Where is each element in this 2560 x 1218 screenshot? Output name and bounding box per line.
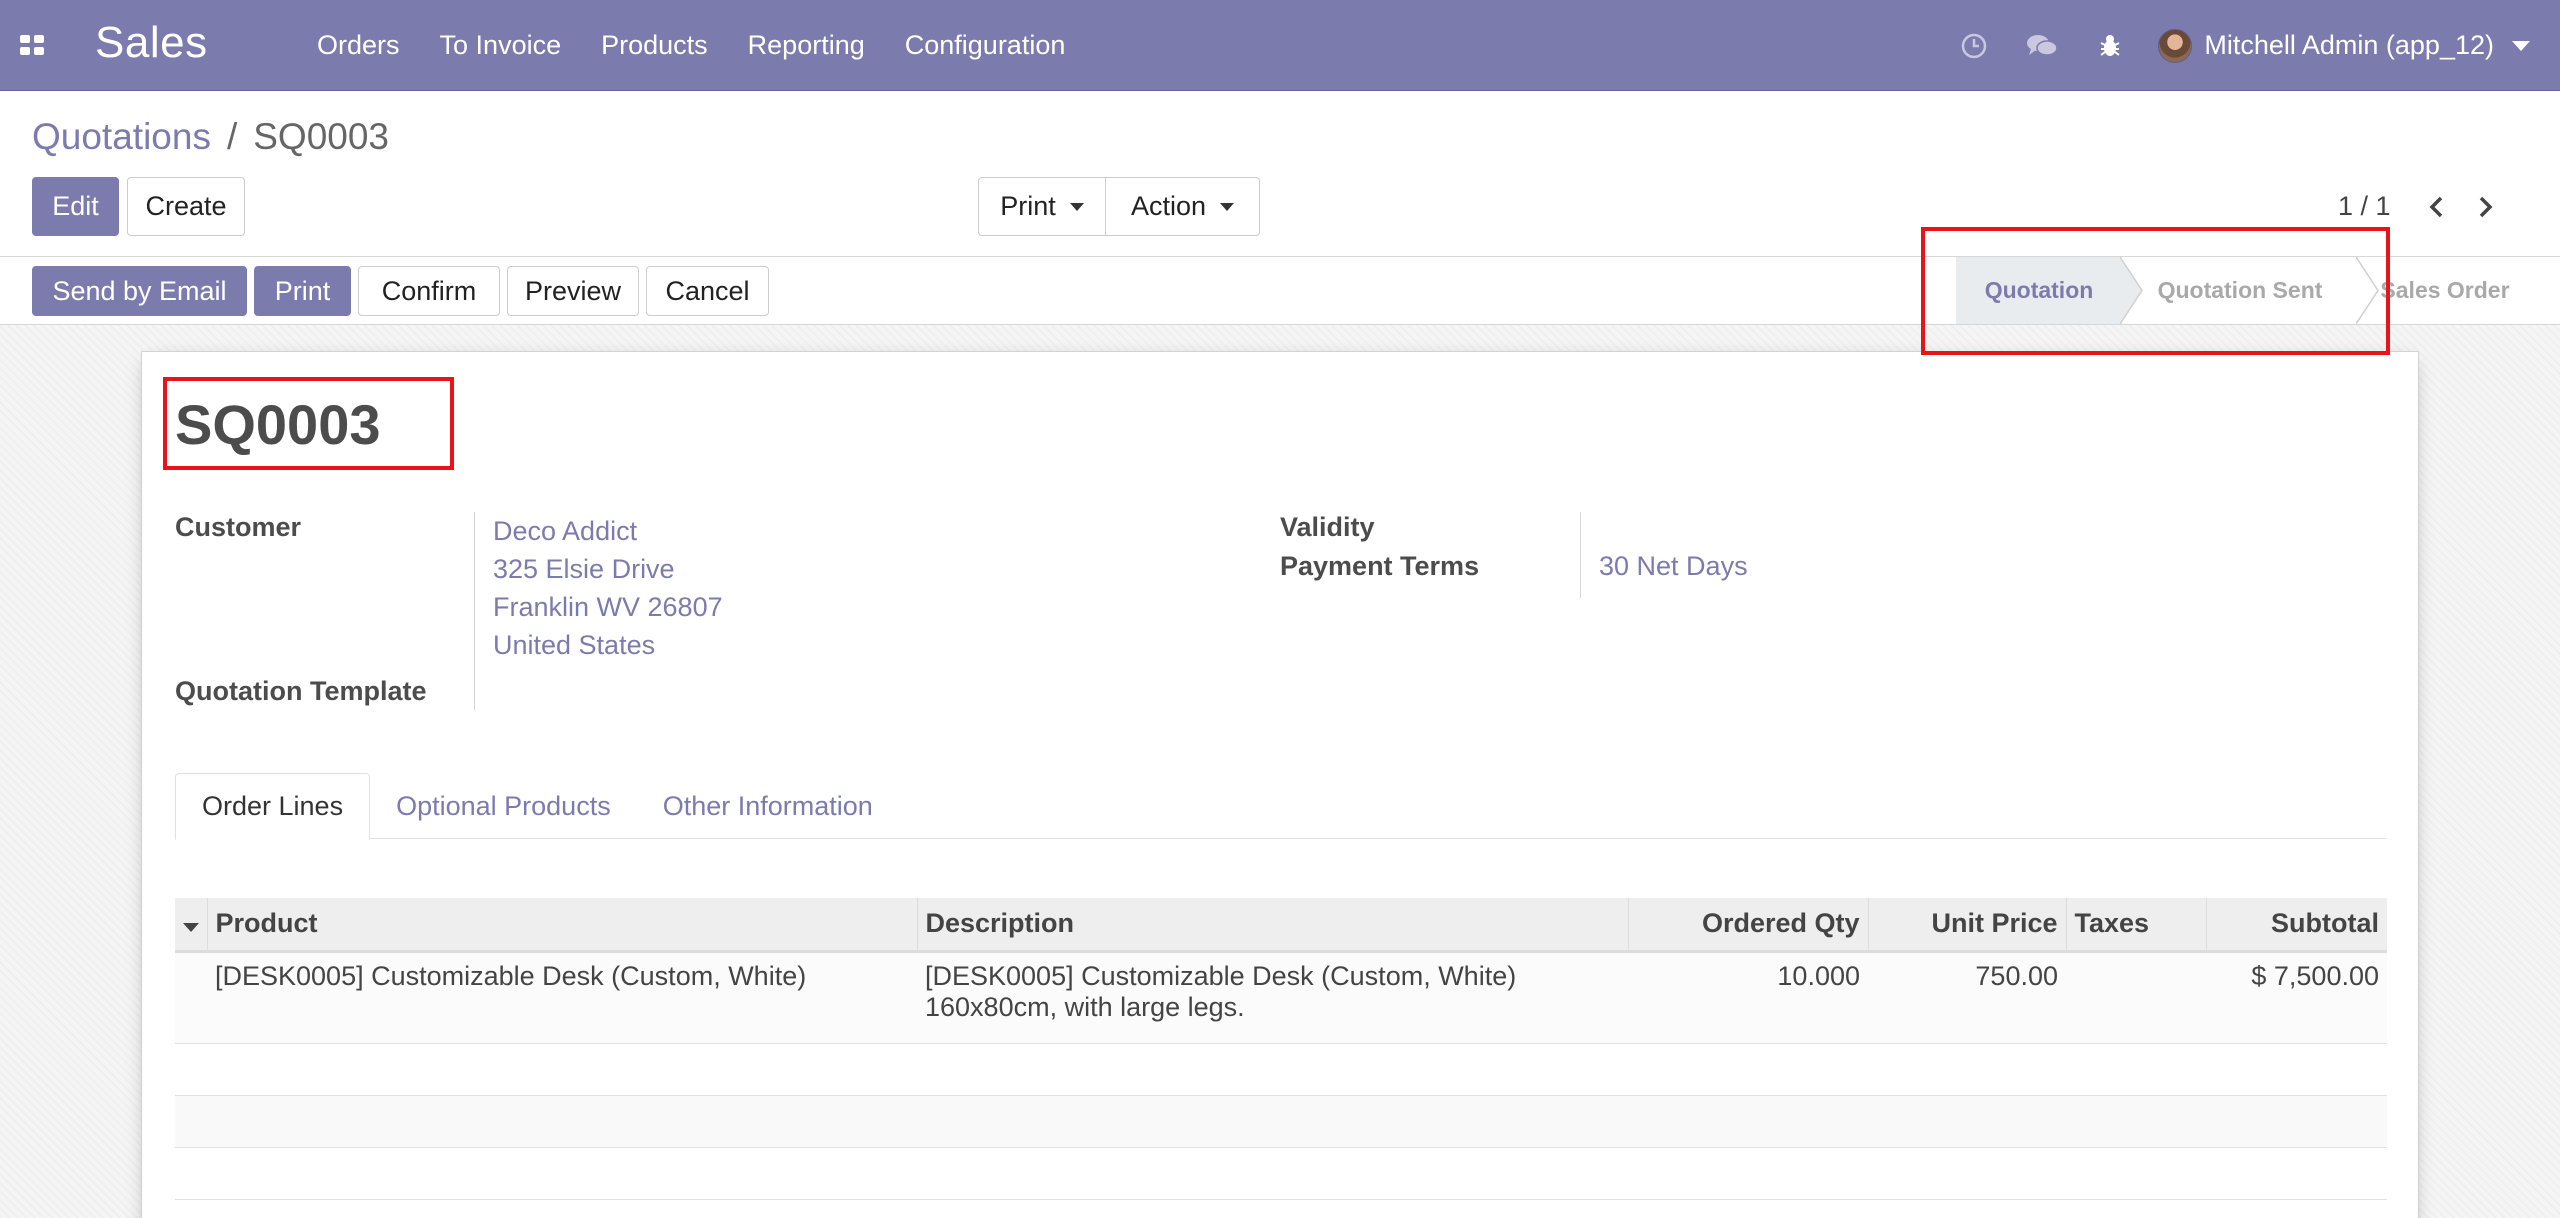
- chevron-right-icon[interactable]: [2471, 192, 2501, 222]
- chevron-left-icon[interactable]: [2421, 192, 2451, 222]
- stage-sales-order-label: Sales Order: [2380, 277, 2510, 303]
- main-menu: Orders To Invoice Products Reporting Con…: [297, 0, 1085, 91]
- app-name[interactable]: Sales: [95, 18, 208, 68]
- table-header: Product Description Ordered Qty Unit Pri…: [175, 898, 2387, 953]
- table-row-empty: [175, 1043, 2387, 1096]
- notebook-tabs: Order Lines Optional Products Other Info…: [175, 773, 2387, 840]
- top-navbar: Sales Orders To Invoice Products Reporti…: [0, 0, 2560, 91]
- cell-unit-price[interactable]: 750.00: [1868, 951, 2066, 1044]
- stage-pipeline: Quotation Quotation Sent Sales Order: [1956, 257, 2532, 324]
- tab-order-lines[interactable]: Order Lines: [175, 773, 371, 840]
- stage-arrow: [2356, 257, 2379, 324]
- menu-reporting[interactable]: Reporting: [728, 0, 885, 91]
- caret-down-icon: [1220, 202, 1235, 211]
- pager-value[interactable]: 1 / 1: [2338, 191, 2391, 222]
- user-name: Mitchell Admin (app_12): [2204, 30, 2494, 60]
- menu-to-invoice[interactable]: To Invoice: [420, 0, 582, 91]
- menu-configuration[interactable]: Configuration: [885, 0, 1086, 91]
- breadcrumb-separator: /: [226, 116, 238, 157]
- print-dropdown-label: Print: [1000, 191, 1056, 221]
- send-by-email-button[interactable]: Send by Email: [32, 266, 247, 316]
- status-buttons: Send by Email Print Confirm Preview Canc…: [32, 266, 776, 316]
- customer-label: Customer: [175, 512, 302, 542]
- table-row-empty: [175, 1147, 2387, 1200]
- preview-button[interactable]: Preview: [507, 266, 639, 316]
- customer-name[interactable]: Deco Addict: [493, 512, 723, 550]
- form-sheet: SQ0003 Customer Deco Addict 325 Elsie Dr…: [141, 351, 2419, 1218]
- stage-quotation-sent-label: Quotation Sent: [2157, 277, 2323, 303]
- field-divider: [1580, 512, 1581, 598]
- cell-product[interactable]: [DESK0005] Customizable Desk (Custom, Wh…: [207, 951, 917, 1044]
- avatar: [2158, 28, 2193, 63]
- bug-icon[interactable]: [2076, 0, 2144, 91]
- caret-down-icon: [1069, 202, 1084, 211]
- column-ordered-qty[interactable]: Ordered Qty: [1628, 898, 1869, 953]
- form-buttons: Edit Create: [32, 177, 253, 236]
- column-unit-price[interactable]: Unit Price: [1868, 898, 2067, 953]
- cell-ordered-qty[interactable]: 10.000: [1628, 951, 1868, 1044]
- customer-city[interactable]: Franklin WV 26807: [493, 588, 723, 626]
- caret-down-icon: [2512, 40, 2530, 51]
- tab-optional-products[interactable]: Optional Products: [370, 773, 637, 839]
- payment-terms-value[interactable]: 30 Net Days: [1599, 551, 1748, 582]
- breadcrumb-quotations[interactable]: Quotations: [32, 116, 211, 158]
- field-divider: [474, 512, 475, 710]
- systray: Mitchell Admin (app_12): [1940, 0, 2560, 91]
- tab-other-information[interactable]: Other Information: [637, 773, 899, 839]
- pager: 1 / 1: [2338, 191, 2521, 222]
- table-row[interactable]: [DESK0005] Customizable Desk (Custom, Wh…: [175, 951, 2387, 1044]
- payment-terms-label: Payment Terms: [1280, 551, 1480, 581]
- stage-quotation[interactable]: Quotation: [1956, 257, 2143, 324]
- chat-icon[interactable]: [2008, 0, 2076, 91]
- sidebar-dropdowns: Print Action: [978, 177, 1260, 236]
- print-button[interactable]: Print: [254, 266, 351, 316]
- cell-description[interactable]: [DESK0005] Customizable Desk (Custom, Wh…: [917, 951, 1628, 1044]
- customer-country[interactable]: United States: [493, 626, 723, 664]
- clock-icon[interactable]: [1940, 0, 2008, 91]
- quotation-template-label: Quotation Template: [175, 676, 427, 706]
- cancel-button[interactable]: Cancel: [646, 266, 769, 316]
- stage-sales-order[interactable]: Sales Order: [2358, 257, 2532, 324]
- cell-taxes[interactable]: [2066, 951, 2206, 1044]
- menu-orders[interactable]: Orders: [297, 0, 420, 91]
- column-taxes[interactable]: Taxes: [2066, 898, 2207, 953]
- stage-quotation-sent[interactable]: Quotation Sent: [2122, 257, 2379, 324]
- caret-down-icon: [182, 923, 199, 933]
- column-description[interactable]: Description: [917, 898, 1629, 953]
- user-menu[interactable]: Mitchell Admin (app_12): [2144, 0, 2560, 91]
- stage-arrow: [2120, 257, 2143, 324]
- breadcrumb-current: SQ0003: [253, 116, 390, 157]
- cell-subtotal: $ 7,500.00: [2206, 951, 2387, 1044]
- row-handle: [175, 951, 207, 1044]
- column-options[interactable]: [175, 898, 208, 953]
- stage-quotation-label: Quotation: [1984, 277, 2094, 303]
- document-name: SQ0003: [175, 393, 381, 456]
- table-row-empty: [175, 1095, 2387, 1148]
- customer-street[interactable]: 325 Elsie Drive: [493, 550, 723, 588]
- status-bar: Send by Email Print Confirm Preview Canc…: [0, 257, 2560, 325]
- column-subtotal[interactable]: Subtotal: [2206, 898, 2387, 953]
- edit-button[interactable]: Edit: [32, 177, 119, 236]
- action-dropdown-label: Action: [1130, 191, 1207, 221]
- control-panel: Quotations / SQ0003 Edit Create Print Ac…: [0, 91, 2560, 257]
- description-line: [DESK0005] Customizable Desk (Custom, Wh…: [925, 960, 1517, 991]
- description-line: 160x80cm, with large legs.: [925, 991, 1245, 1022]
- apps-icon[interactable]: [20, 35, 44, 55]
- menu-products[interactable]: Products: [581, 0, 728, 91]
- breadcrumb: Quotations / SQ0003: [32, 116, 389, 158]
- column-product[interactable]: Product: [207, 898, 918, 953]
- order-lines-table: Product Description Ordered Qty Unit Pri…: [175, 898, 2387, 1200]
- print-dropdown[interactable]: Print: [978, 177, 1106, 236]
- customer-field: Deco Addict 325 Elsie Drive Franklin WV …: [493, 512, 723, 664]
- validity-label: Validity: [1280, 512, 1375, 542]
- confirm-button[interactable]: Confirm: [358, 266, 500, 316]
- create-button[interactable]: Create: [127, 177, 245, 236]
- action-dropdown[interactable]: Action: [1106, 177, 1260, 236]
